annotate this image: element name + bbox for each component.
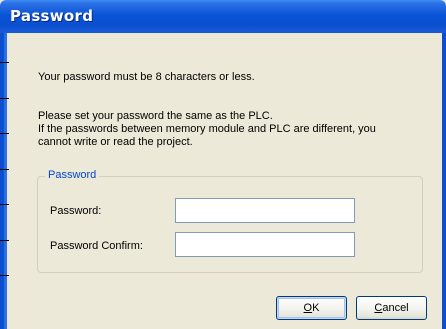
ok-button-label: K xyxy=(312,302,320,314)
password-confirm-label: Password Confirm: xyxy=(50,240,143,252)
edge-tick xyxy=(0,275,9,276)
password-dialog: Password Your password must be 8 charact… xyxy=(0,0,446,329)
window-left-border-inner xyxy=(4,33,7,329)
password-groupbox-legend: Password xyxy=(45,168,100,182)
edge-tick xyxy=(0,62,9,63)
edge-tick xyxy=(0,204,9,205)
password-groupbox xyxy=(37,176,423,273)
edge-tick xyxy=(0,240,9,241)
password-length-note: Your password must be 8 characters or le… xyxy=(38,71,255,83)
title-bar[interactable]: Password xyxy=(0,0,446,33)
password-mismatch-warning-line2: cannot write or read the project. xyxy=(38,136,193,148)
ok-button[interactable]: OK xyxy=(276,296,347,320)
password-label: Password: xyxy=(50,205,102,217)
password-mismatch-warning-line1: If the passwords between memory module a… xyxy=(38,123,376,135)
password-match-instruction: Please set your password the same as the… xyxy=(38,110,273,122)
edge-tick xyxy=(0,98,9,99)
edge-tick xyxy=(0,133,9,134)
ok-button-mnemonic: O xyxy=(303,302,313,314)
window-title: Password xyxy=(10,7,94,25)
edge-tick xyxy=(0,169,9,170)
window-right-border xyxy=(442,33,446,329)
cancel-button[interactable]: Cancel xyxy=(356,296,427,320)
cancel-button-label: ancel xyxy=(382,302,409,314)
password-confirm-input[interactable] xyxy=(175,232,355,257)
password-input[interactable] xyxy=(175,198,355,223)
